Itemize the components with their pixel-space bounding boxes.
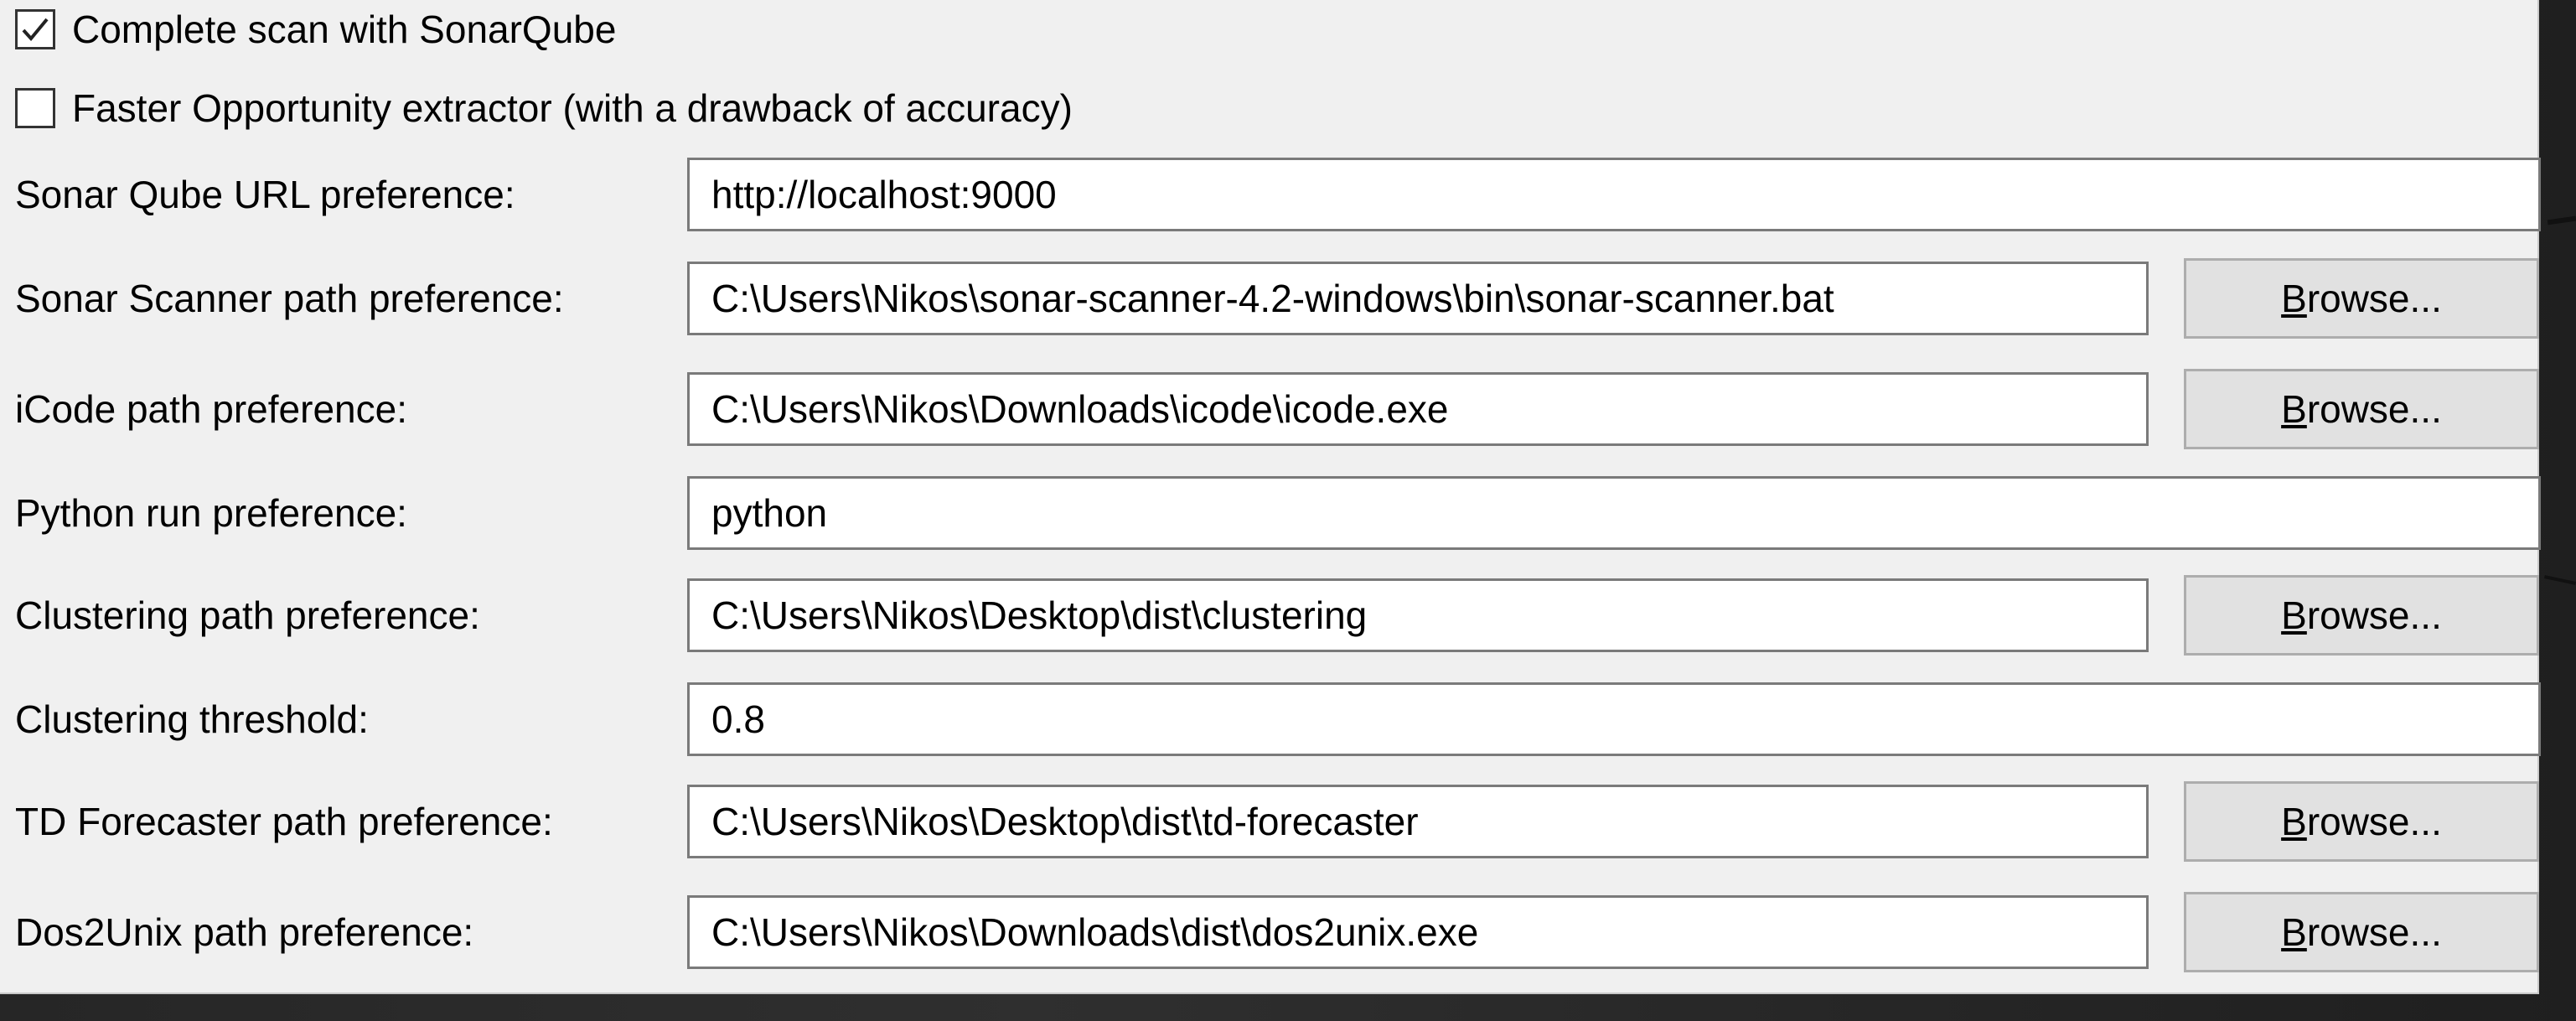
faster-extractor-checkbox[interactable] (15, 88, 55, 128)
preferences-panel: Complete scan with SonarQube Faster Oppo… (0, 0, 2541, 994)
dos2unix-path-label: Dos2Unix path preference: (15, 910, 474, 954)
clustering-path-label: Clustering path preference: (15, 593, 480, 637)
sonarqube-url-label: Sonar Qube URL preference: (15, 173, 515, 216)
clustering-threshold-label: Clustering threshold: (15, 697, 369, 741)
icode-path-row: iCode path preference: Browse... (0, 369, 2539, 449)
dos2unix-path-input[interactable] (687, 895, 2149, 969)
icode-path-label: iCode path preference: (15, 387, 407, 431)
sonarqube-url-row: Sonar Qube URL preference: (0, 154, 2541, 235)
faster-extractor-label: Faster Opportunity extractor (with a dra… (72, 86, 1073, 130)
sonar-scanner-path-label: Sonar Scanner path preference: (15, 277, 564, 320)
clustering-threshold-input[interactable] (687, 682, 2541, 756)
complete-scan-checkbox[interactable] (15, 9, 55, 49)
checkbox-faster-extractor-row[interactable]: Faster Opportunity extractor (with a dra… (15, 82, 1073, 134)
clustering-threshold-row: Clustering threshold: (0, 679, 2541, 759)
dos2unix-path-row: Dos2Unix path preference: Browse... (0, 892, 2539, 972)
background-crack (2543, 575, 2576, 585)
complete-scan-label: Complete scan with SonarQube (72, 8, 617, 51)
sonarqube-url-input[interactable] (687, 158, 2541, 231)
background-crack (2547, 215, 2576, 225)
icode-path-input[interactable] (687, 372, 2149, 446)
python-run-input[interactable] (687, 476, 2541, 550)
clustering-browse-button[interactable]: Browse... (2184, 575, 2539, 656)
sonar-scanner-path-row: Sonar Scanner path preference: Browse... (0, 258, 2539, 339)
td-forecaster-path-row: TD Forecaster path preference: Browse... (0, 781, 2539, 862)
clustering-path-row: Clustering path preference: Browse... (0, 575, 2539, 656)
sonar-scanner-path-input[interactable] (687, 262, 2149, 335)
td-forecaster-path-input[interactable] (687, 785, 2149, 858)
clustering-path-input[interactable] (687, 578, 2149, 652)
python-run-label: Python run preference: (15, 491, 407, 535)
checkmark-icon (22, 18, 49, 42)
python-run-row: Python run preference: (0, 473, 2541, 553)
td-forecaster-path-label: TD Forecaster path preference: (15, 800, 553, 843)
checkbox-complete-scan-row[interactable]: Complete scan with SonarQube (15, 3, 616, 55)
sonar-scanner-browse-button[interactable]: Browse... (2184, 258, 2539, 339)
td-forecaster-browse-button[interactable]: Browse... (2184, 781, 2539, 862)
icode-browse-button[interactable]: Browse... (2184, 369, 2539, 449)
preferences-window: Complete scan with SonarQube Faster Oppo… (0, 0, 2576, 1021)
dos2unix-browse-button[interactable]: Browse... (2184, 892, 2539, 972)
